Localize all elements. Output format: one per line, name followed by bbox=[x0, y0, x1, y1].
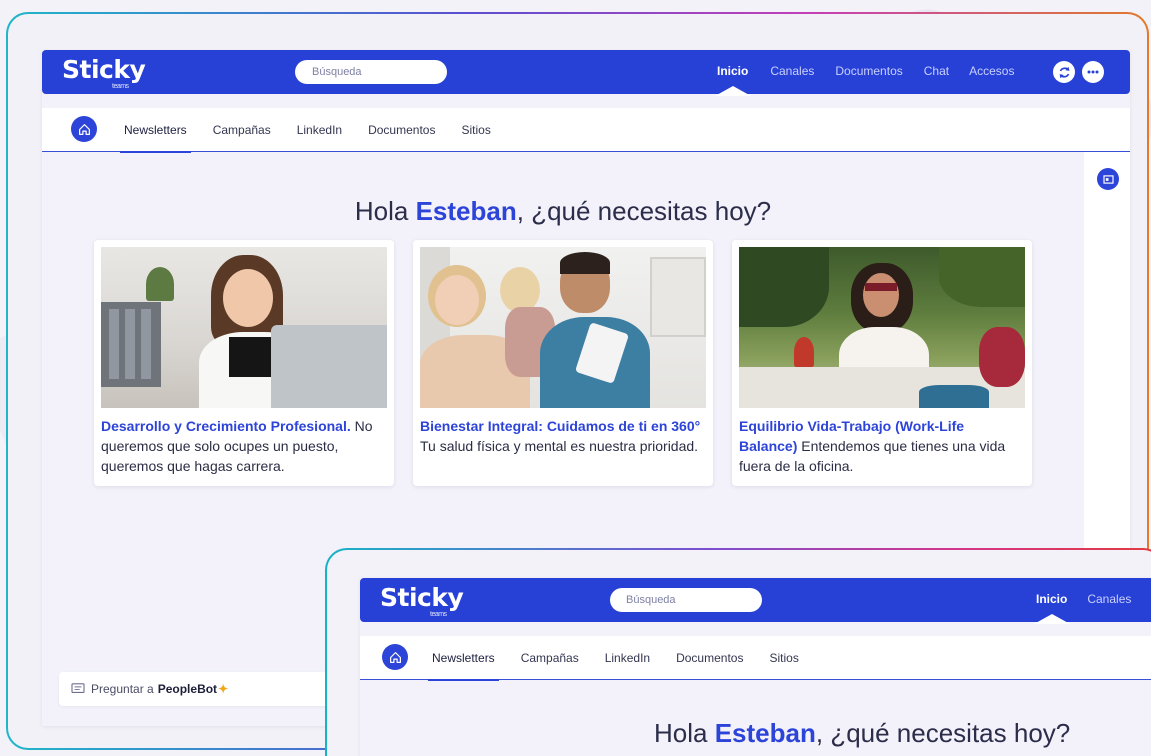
news-card[interactable]: Desarrollo y Crecimiento Profesional. No… bbox=[94, 240, 394, 486]
tab-linkedin[interactable]: LinkedIn bbox=[297, 123, 342, 137]
secondary-logo-subtitle: teams bbox=[430, 611, 447, 618]
card-image-woman-outdoors bbox=[739, 247, 1025, 408]
peoplebot-input[interactable]: Preguntar a PeopleBot ✦ bbox=[59, 672, 349, 706]
more-icon bbox=[1087, 70, 1099, 74]
user-name: Esteban bbox=[415, 196, 517, 226]
card-text: Equilibrio Vida-Trabajo (Work-Life Balan… bbox=[739, 418, 1006, 474]
secondary-user-name: Esteban bbox=[714, 718, 816, 748]
topnav-inicio[interactable]: Inicio bbox=[717, 64, 748, 78]
tab-newsletters[interactable]: Newsletters bbox=[120, 123, 191, 153]
secondary-tab-campanas[interactable]: Campañas bbox=[521, 651, 579, 665]
topnav-canales[interactable]: Canales bbox=[770, 64, 814, 78]
page-greeting: Hola Esteban, ¿qué necesitas hoy? bbox=[354, 196, 772, 226]
secondary-sub-navigation-bar: Newsletters Campañas LinkedIn Documentos… bbox=[360, 636, 1151, 681]
secondary-topnav-canales[interactable]: Canales bbox=[1087, 592, 1131, 606]
secondary-home-button[interactable] bbox=[382, 644, 408, 670]
topnav-chat[interactable]: Chat bbox=[924, 64, 949, 78]
panel-icon bbox=[1102, 174, 1114, 184]
secondary-tab-linkedin[interactable]: LinkedIn bbox=[605, 651, 650, 665]
topnav-documentos[interactable]: Documentos bbox=[835, 64, 902, 78]
secondary-top-navigation: Inicio Canales bbox=[1036, 592, 1131, 606]
side-panel-button[interactable] bbox=[1097, 168, 1119, 190]
right-side-panel bbox=[1084, 152, 1130, 574]
top-navigation: Inicio Canales Documentos Chat Accesos bbox=[717, 64, 1014, 78]
topnav-accesos[interactable]: Accesos bbox=[969, 64, 1014, 78]
peoplebot-name: PeopleBot bbox=[157, 682, 218, 696]
search-input[interactable] bbox=[295, 60, 447, 84]
card-text: Desarrollo y Crecimiento Profesional. No… bbox=[101, 418, 373, 474]
card-image-woman-laptop bbox=[101, 247, 387, 408]
secondary-page-greeting: Hola Esteban, ¿qué necesitas hoy? bbox=[654, 718, 1071, 748]
sparkle-icon: ✦ bbox=[218, 682, 229, 696]
top-bar: Sticky teams Inicio Canales Documentos C… bbox=[42, 50, 1130, 94]
card-text: Bienestar Integral: Cuidamos de ti en 36… bbox=[420, 418, 701, 454]
refresh-button[interactable] bbox=[1053, 61, 1075, 83]
news-card[interactable]: Bienestar Integral: Cuidamos de ti en 36… bbox=[413, 240, 713, 486]
home-icon bbox=[389, 651, 401, 663]
chat-icon bbox=[71, 683, 85, 693]
secondary-sticky-logo[interactable]: Sticky teams bbox=[380, 583, 464, 618]
tab-documentos[interactable]: Documentos bbox=[368, 123, 435, 137]
sticky-logo[interactable]: Sticky teams bbox=[62, 55, 146, 90]
secondary-tab-documentos[interactable]: Documentos bbox=[676, 651, 743, 665]
tab-campanas[interactable]: Campañas bbox=[213, 123, 271, 137]
news-card[interactable]: Equilibrio Vida-Trabajo (Work-Life Balan… bbox=[732, 240, 1032, 486]
home-icon bbox=[78, 123, 90, 135]
card-image-doctor-family bbox=[420, 247, 706, 408]
more-button[interactable] bbox=[1082, 61, 1104, 83]
secondary-search-input[interactable] bbox=[610, 588, 762, 612]
card-title[interactable]: Desarrollo y Crecimiento Profesional. bbox=[101, 418, 351, 434]
logo-subtitle: teams bbox=[112, 83, 129, 90]
sub-navigation-bar: Newsletters Campañas LinkedIn Documentos… bbox=[42, 108, 1130, 153]
secondary-top-bar: Sticky teams Inicio Canales bbox=[360, 578, 1151, 622]
secondary-sub-tabs: Newsletters Campañas LinkedIn Documentos… bbox=[428, 651, 799, 681]
refresh-icon bbox=[1059, 66, 1069, 78]
sub-tabs: Newsletters Campañas LinkedIn Documentos… bbox=[120, 123, 491, 153]
secondary-tab-newsletters[interactable]: Newsletters bbox=[428, 651, 499, 681]
secondary-screenshot-frame: Sticky teams Inicio Canales Newsletters bbox=[325, 548, 1151, 756]
peoplebot-label: Preguntar a bbox=[91, 682, 154, 696]
secondary-tab-sitios[interactable]: Sitios bbox=[769, 651, 798, 665]
tab-sitios[interactable]: Sitios bbox=[461, 123, 490, 137]
home-button[interactable] bbox=[71, 116, 97, 142]
secondary-topnav-inicio[interactable]: Inicio bbox=[1036, 592, 1067, 606]
card-title[interactable]: Bienestar Integral: Cuidamos de ti en 36… bbox=[420, 418, 700, 434]
secondary-app-window: Sticky teams Inicio Canales Newsletters bbox=[360, 578, 1151, 756]
